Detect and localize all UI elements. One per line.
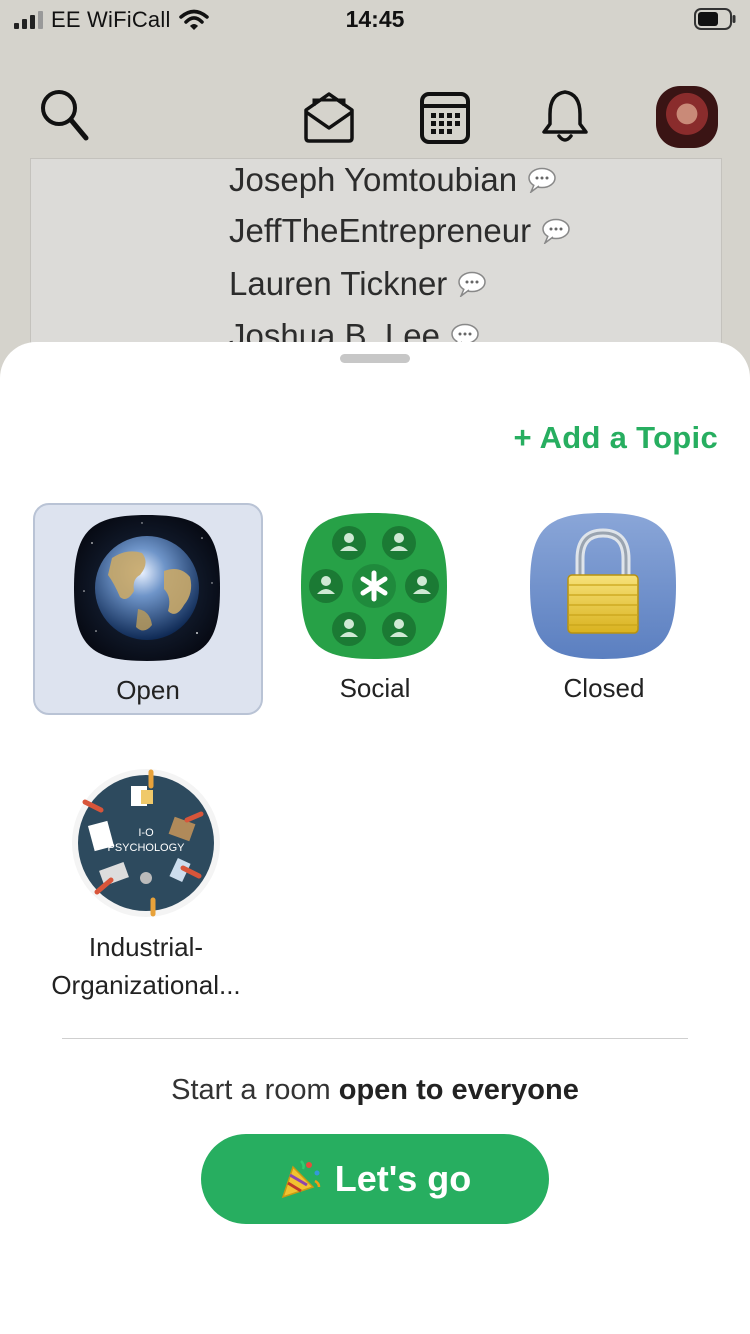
io-image-text: PSYCHOLOGY	[107, 842, 185, 854]
sheet-grabber[interactable]	[340, 354, 410, 363]
calendar-icon[interactable]	[418, 86, 472, 146]
search-icon[interactable]	[38, 86, 92, 146]
club-label-line: Industrial-	[88, 932, 204, 962]
hint-text: Start a room	[171, 1074, 339, 1106]
chat-bubble-icon	[542, 218, 570, 244]
club-option-label: Industrial- Organizational...	[33, 928, 259, 1004]
envelope-icon[interactable]	[302, 86, 356, 146]
io-image-text: I-O	[138, 827, 154, 839]
hint-bold-text: open to everyone	[338, 1074, 579, 1106]
party-popper-icon	[281, 1160, 320, 1199]
speaker-name: JeffTheEntrepreneur	[229, 212, 571, 250]
club-label-line: Organizational...	[51, 970, 241, 1000]
add-topic-button[interactable]: + Add a Topic	[513, 420, 718, 456]
lets-go-button[interactable]: Let's go	[201, 1134, 549, 1224]
chat-bubble-icon	[528, 167, 556, 193]
bell-icon[interactable]	[538, 86, 592, 146]
lets-go-label: Let's go	[334, 1158, 472, 1199]
padlock-icon	[530, 513, 676, 659]
room-card[interactable]: Joseph Yomtoubian JeffTheEntrepreneur La…	[30, 158, 722, 360]
speaker-name: Lauren Tickner	[229, 265, 487, 303]
start-room-sheet: + Add a Topic Open Social Closed I-O PSY…	[0, 342, 750, 1334]
social-group-icon	[301, 513, 447, 659]
clock: 14:45	[345, 6, 405, 32]
room-type-open[interactable]: Open	[33, 503, 263, 715]
chat-bubble-icon	[458, 271, 487, 297]
room-type-social[interactable]: Social	[262, 503, 488, 711]
room-type-label: Social	[339, 673, 411, 703]
top-nav	[0, 80, 750, 152]
room-type-closed[interactable]: Closed	[491, 503, 717, 711]
profile-avatar[interactable]	[656, 86, 718, 148]
room-type-hint: Start a room open to everyone	[0, 1074, 750, 1107]
battery-icon	[694, 8, 736, 30]
divider	[62, 1038, 688, 1039]
globe-icon	[74, 515, 220, 661]
speaker-name: Joseph Yomtoubian	[229, 161, 557, 199]
room-type-label: Open	[116, 675, 180, 705]
club-option-io-psychology[interactable]: I-O PSYCHOLOGY Industrial- Organizationa…	[33, 768, 259, 1000]
status-bar: EE WiFiCall 14:45	[0, 0, 750, 40]
io-psychology-club-image: I-O PSYCHOLOGY	[72, 769, 220, 917]
room-type-label: Closed	[563, 673, 645, 703]
